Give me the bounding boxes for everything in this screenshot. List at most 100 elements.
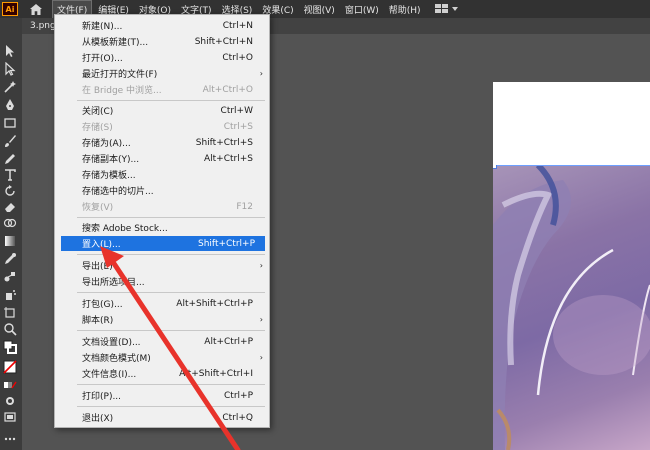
menu-item-scripts[interactable]: 脚本(R) › (55, 312, 269, 327)
color-mode-icon[interactable] (3, 378, 17, 392)
menu-separator (77, 384, 265, 385)
magic-wand-tool-icon[interactable] (3, 80, 17, 94)
menu-item-label: 导出(E) (82, 262, 113, 272)
selection-bounding-line (493, 165, 650, 166)
menu-help[interactable]: 帮助(H) (385, 1, 425, 18)
menu-separator (77, 217, 265, 218)
menu-item-label: 脚本(R) (82, 316, 114, 326)
symbol-sprayer-tool-icon[interactable] (3, 288, 17, 302)
shape-builder-tool-icon[interactable] (3, 216, 17, 230)
menu-item-label: 存储(S) (82, 123, 113, 133)
menu-item-save: 存储(S) Ctrl+S (55, 119, 269, 134)
home-icon[interactable] (28, 1, 44, 17)
menu-item-label: 置入(L)... (82, 240, 121, 250)
menu-item-search-adobe-stock[interactable]: 搜索 Adobe Stock... (55, 220, 269, 235)
none-swatch-icon[interactable] (3, 360, 17, 374)
gradient-tool-icon[interactable] (3, 234, 17, 248)
draw-mode-icon[interactable] (3, 394, 17, 408)
menu-item-label: 打开(O)... (82, 54, 123, 64)
menu-item-label: 文件信息(I)... (82, 370, 137, 380)
submenu-arrow-icon: › (259, 315, 263, 324)
illustrator-logo[interactable]: Ai (2, 2, 18, 16)
eraser-tool-icon[interactable] (3, 200, 17, 214)
rectangle-tool-icon[interactable] (3, 116, 17, 130)
menu-separator (77, 406, 265, 407)
menu-item-new[interactable]: 新建(N)... Ctrl+N (55, 18, 269, 33)
selection-tool-icon[interactable] (3, 44, 17, 58)
menu-item-new-from-template[interactable]: 从模板新建(T)... Shift+Ctrl+N (55, 34, 269, 49)
fill-stroke-swatch-icon[interactable] (3, 340, 17, 354)
menu-item-save-as[interactable]: 存储为(A)... Shift+Ctrl+S (55, 135, 269, 150)
menu-item-exit[interactable]: 退出(X) Ctrl+Q (55, 410, 269, 425)
menu-item-shortcut: Alt+Shift+Ctrl+I (179, 368, 253, 379)
blend-tool-icon[interactable] (3, 270, 17, 284)
eyedropper-tool-icon[interactable] (3, 252, 17, 266)
menu-item-browse-in-bridge: 在 Bridge 中浏览... Alt+Ctrl+O (55, 82, 269, 97)
menu-item-print[interactable]: 打印(P)... Ctrl+P (55, 388, 269, 403)
document-tab[interactable]: 3.png (30, 21, 56, 31)
menu-item-label: 存储副本(Y)... (82, 155, 140, 165)
menu-item-save-selected-slices[interactable]: 存储选中的切片... (55, 183, 269, 198)
menu-item-label: 打包(G)... (82, 300, 123, 310)
menu-item-close[interactable]: 关闭(C) Ctrl+W (55, 103, 269, 118)
paintbrush-tool-icon[interactable] (3, 134, 17, 148)
submenu-arrow-icon: › (259, 353, 263, 362)
zoom-tool-icon[interactable] (3, 322, 17, 336)
menu-item-revert: 恢复(V) F12 (55, 199, 269, 214)
menu-item-label: 搜索 Adobe Stock... (82, 224, 168, 234)
selection-handle[interactable] (493, 165, 497, 169)
menu-item-open-recent[interactable]: 最近打开的文件(F) › (55, 66, 269, 81)
menu-item-label: 最近打开的文件(F) (82, 70, 158, 80)
menu-item-file-info[interactable]: 文件信息(I)... Alt+Shift+Ctrl+I (55, 366, 269, 381)
file-menu-dropdown: 新建(N)... Ctrl+N 从模板新建(T)... Shift+Ctrl+N 打… (54, 14, 270, 428)
menu-item-document-color-mode[interactable]: 文档颜色模式(M) › (55, 350, 269, 365)
menu-item-shortcut: Ctrl+O (222, 52, 253, 63)
menu-view[interactable]: 视图(V) (300, 1, 339, 18)
menu-item-shortcut: Ctrl+Q (222, 412, 253, 423)
menu-item-open[interactable]: 打开(O)... Ctrl+O (55, 50, 269, 65)
pencil-tool-icon[interactable] (3, 152, 17, 166)
menu-separator (77, 100, 265, 101)
type-tool-icon[interactable] (3, 168, 17, 182)
menu-item-shortcut: Ctrl+P (224, 390, 253, 401)
workspace-layout-icon[interactable] (434, 4, 458, 14)
menu-item-label: 文档设置(D)... (82, 338, 141, 348)
menu-item-save-as-template[interactable]: 存储为模板... (55, 167, 269, 182)
menu-item-place[interactable]: 置入(L)... Shift+Ctrl+P (61, 236, 265, 251)
menu-item-label: 在 Bridge 中浏览... (82, 86, 162, 96)
menu-item-label: 打印(P)... (82, 392, 122, 402)
menu-item-label: 新建(N)... (82, 22, 123, 32)
menu-item-label: 恢复(V) (82, 203, 114, 213)
menu-separator (77, 292, 265, 293)
menu-item-shortcut: Alt+Shift+Ctrl+P (176, 298, 253, 309)
menu-item-export[interactable]: 导出(E) › (55, 258, 269, 273)
menu-item-shortcut: Shift+Ctrl+N (194, 36, 253, 47)
menu-item-document-setup[interactable]: 文档设置(D)... Alt+Ctrl+P (55, 334, 269, 349)
menu-item-label: 关闭(C) (82, 107, 114, 117)
menu-item-shortcut: Ctrl+N (222, 20, 253, 31)
menu-item-package[interactable]: 打包(G)... Alt+Shift+Ctrl+P (55, 296, 269, 311)
menu-item-label: 存储为模板... (82, 171, 136, 181)
placed-artwork-image[interactable] (493, 165, 650, 450)
menu-window[interactable]: 窗口(W) (341, 1, 383, 18)
menu-separator (77, 330, 265, 331)
menu-item-label: 存储为(A)... (82, 139, 131, 149)
artboard-tool-icon[interactable] (3, 306, 17, 320)
rotate-tool-icon[interactable] (3, 184, 17, 198)
pen-tool-icon[interactable] (3, 98, 17, 112)
direct-selection-tool-icon[interactable] (3, 61, 17, 76)
menu-item-label: 退出(X) (82, 414, 114, 424)
tools-panel (0, 18, 22, 450)
edit-toolbar-icon[interactable] (3, 432, 17, 446)
menu-item-shortcut: Alt+Ctrl+S (204, 153, 253, 164)
menu-item-label: 文档颜色模式(M) (82, 354, 151, 364)
menu-item-export-selection[interactable]: 导出所选项目... (55, 274, 269, 289)
artwork-illustration (493, 165, 650, 450)
menu-separator (77, 254, 265, 255)
menu-item-label: 导出所选项目... (82, 278, 145, 288)
menu-item-shortcut: Shift+Ctrl+S (195, 137, 253, 148)
menu-item-shortcut: Alt+Ctrl+O (202, 84, 253, 95)
menu-item-save-copy[interactable]: 存储副本(Y)... Alt+Ctrl+S (55, 151, 269, 166)
screen-mode-icon[interactable] (3, 410, 17, 424)
menu-item-shortcut: Alt+Ctrl+P (204, 336, 253, 347)
